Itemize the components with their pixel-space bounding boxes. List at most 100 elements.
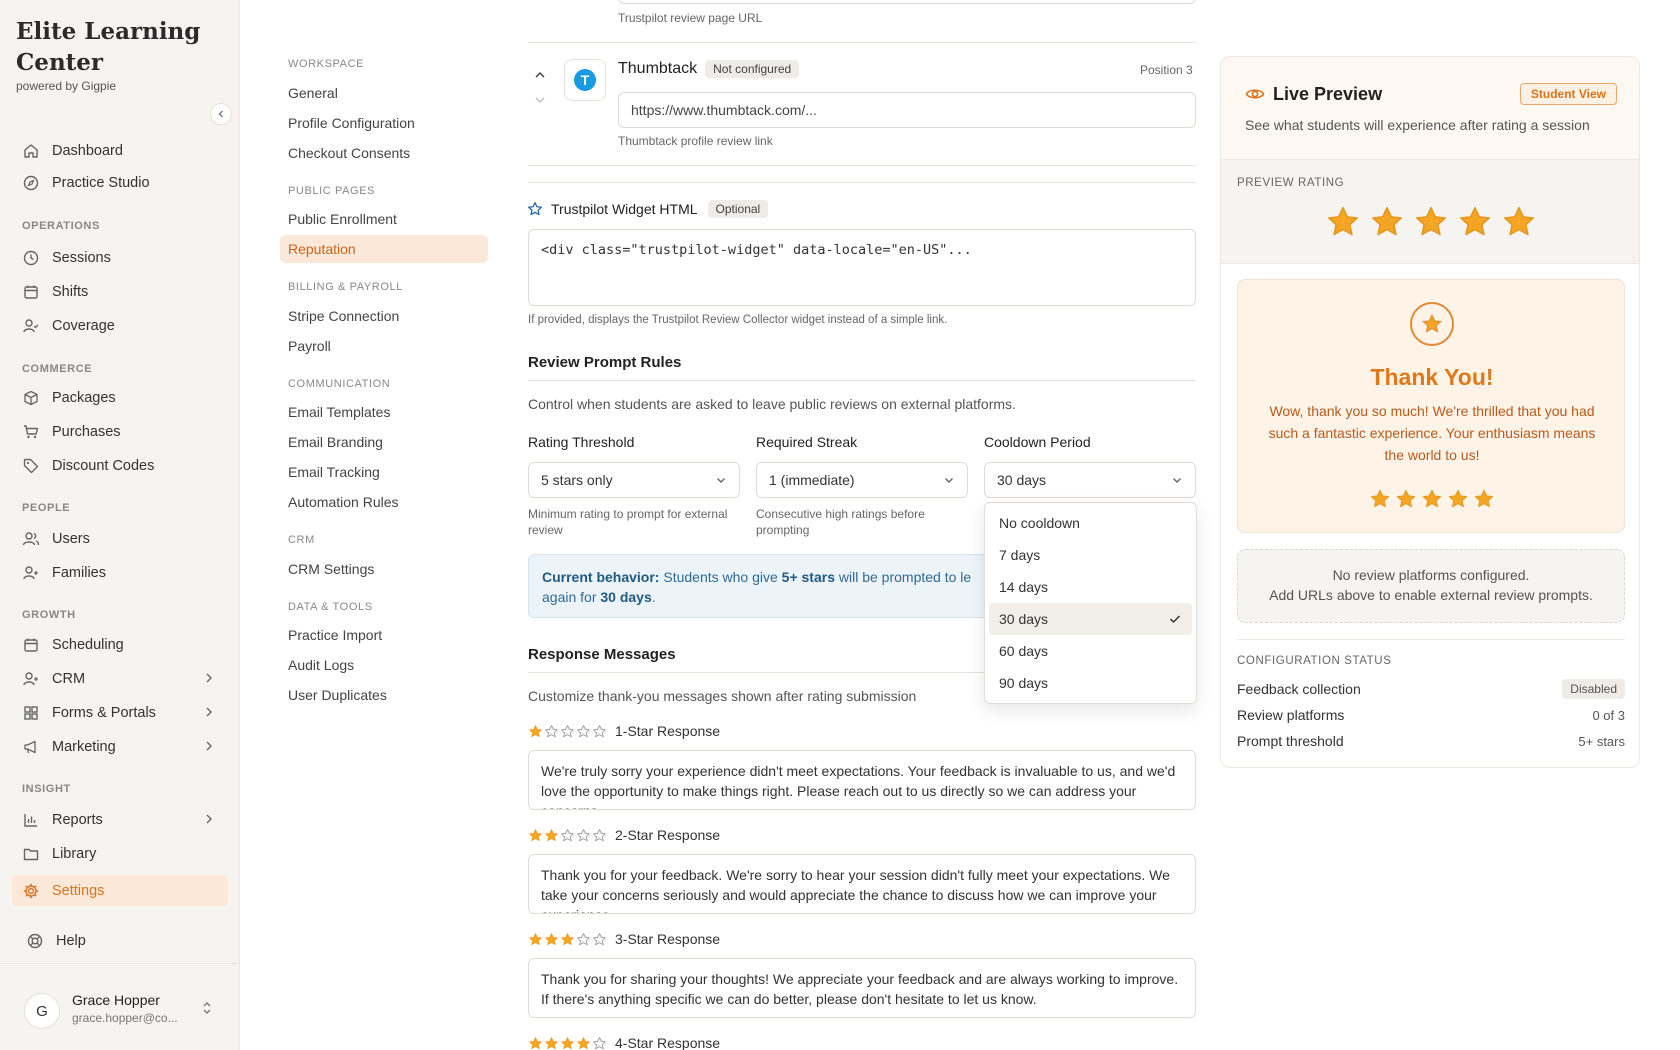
response-2-textarea[interactable]: Thank you for your feedback. We're sorry…: [528, 854, 1196, 914]
sidebar-item-label: Dashboard: [52, 142, 123, 159]
settings-item-checkout-consents[interactable]: Checkout Consents: [280, 139, 488, 167]
option-label: 30 days: [999, 611, 1049, 627]
star-empty-icon: [577, 724, 590, 737]
preview-rating-stars[interactable]: [1221, 204, 1639, 240]
settings-item-stripe-connection[interactable]: Stripe Connection: [280, 302, 488, 330]
thumbtack-url-input[interactable]: https://www.thumbtack.com/...: [618, 92, 1196, 128]
star-empty-icon: [593, 828, 606, 841]
config-row-feedback: Feedback collection Disabled: [1237, 677, 1625, 701]
sidebar-item-help[interactable]: Help: [16, 925, 232, 956]
response-3-textarea[interactable]: Thank you for sharing your thoughts! We …: [528, 958, 1196, 1018]
settings-item-public-enrollment[interactable]: Public Enrollment: [280, 205, 488, 233]
settings-item-profile-configuration[interactable]: Profile Configuration: [280, 109, 488, 137]
bar-chart-icon: [22, 811, 40, 829]
brand-subtitle: powered by Gigpie: [16, 79, 117, 93]
settings-item-general[interactable]: General: [280, 79, 488, 107]
move-down-icon[interactable]: [533, 93, 547, 107]
settings-item-email-templates[interactable]: Email Templates: [280, 398, 488, 426]
star-empty-icon: [577, 828, 590, 841]
sidebar-item-discount-codes[interactable]: Discount Codes: [12, 450, 228, 481]
sidebar-item-users[interactable]: Users: [12, 523, 228, 554]
sidebar-item-library[interactable]: Library: [12, 838, 228, 869]
dropdown-option[interactable]: 90 days: [989, 667, 1192, 699]
cooldown-period-select[interactable]: 30 days: [984, 462, 1196, 498]
sidebar-item-marketing[interactable]: Marketing: [12, 731, 228, 762]
settings-item-automation-rules[interactable]: Automation Rules: [280, 488, 488, 516]
settings-section-communication: COMMUNICATION: [288, 378, 391, 390]
sidebar-item-reports[interactable]: Reports: [12, 804, 228, 835]
settings-item-practice-import[interactable]: Practice Import: [280, 621, 488, 649]
collapse-sidebar-button[interactable]: [210, 103, 232, 125]
settings-item-reputation[interactable]: Reputation: [280, 235, 488, 263]
rating-stars: [528, 932, 607, 947]
life-buoy-icon: [26, 932, 44, 950]
rating-stars: [528, 724, 607, 739]
dropdown-option-selected[interactable]: 30 days: [989, 603, 1192, 635]
response-1-textarea[interactable]: We're truly sorry your experience didn't…: [528, 750, 1196, 810]
star-filled-icon: [561, 1036, 574, 1049]
sidebar-item-forms-portals[interactable]: Forms & Portals: [12, 697, 228, 728]
sidebar-item-shifts[interactable]: Shifts: [12, 276, 228, 307]
config-label: Prompt threshold: [1237, 733, 1344, 749]
widget-html-textarea[interactable]: <div class="trustpilot-widget" data-loca…: [528, 229, 1196, 306]
chevrons-up-down-icon[interactable]: [200, 1000, 214, 1016]
sidebar-item-packages[interactable]: Packages: [12, 382, 228, 413]
sidebar-item-label: Library: [52, 845, 97, 862]
settings-item-email-tracking[interactable]: Email Tracking: [280, 458, 488, 486]
settings-item-crm-settings[interactable]: CRM Settings: [280, 555, 488, 583]
sidebar-item-label: Settings: [52, 882, 105, 899]
settings-item-user-duplicates[interactable]: User Duplicates: [280, 681, 488, 709]
sidebar-item-dashboard[interactable]: Dashboard: [12, 135, 228, 166]
sidebar-item-crm[interactable]: CRM: [12, 663, 228, 694]
sidebar-item-families[interactable]: Families: [12, 557, 228, 588]
sidebar-item-practice-studio[interactable]: Practice Studio: [12, 167, 228, 198]
move-up-icon[interactable]: [533, 68, 547, 82]
divider: [528, 42, 1196, 43]
thank-you-message: Wow, thank you so much! We're thrilled t…: [1268, 403, 1596, 463]
sidebar-item-scheduling[interactable]: Scheduling: [12, 629, 228, 660]
required-streak-select[interactable]: 1 (immediate): [756, 462, 968, 498]
dropdown-option[interactable]: 7 days: [989, 539, 1192, 571]
info-text: Students who give: [659, 569, 782, 585]
status-badge: Not configured: [705, 60, 800, 78]
settings-item-audit-logs[interactable]: Audit Logs: [280, 651, 488, 679]
preview-title: Live Preview: [1273, 84, 1383, 104]
tag-icon: [22, 457, 40, 475]
sidebar-item-label: CRM: [52, 670, 86, 687]
dropdown-option[interactable]: No cooldown: [989, 507, 1192, 539]
sidebar-item-sessions[interactable]: Sessions: [12, 242, 228, 273]
sidebar-item-label: Scheduling: [52, 636, 124, 653]
sidebar-item-label: Marketing: [52, 738, 116, 755]
info-days: 30 days: [600, 589, 652, 605]
star-empty-icon: [561, 828, 574, 841]
thumbtack-logo: T: [564, 59, 606, 101]
sidebar-item-settings[interactable]: Settings: [12, 875, 228, 906]
cooldown-label: Cooldown Period: [984, 434, 1091, 450]
eye-icon: [1245, 89, 1265, 99]
divider: [528, 182, 1196, 183]
settings-item-email-branding[interactable]: Email Branding: [280, 428, 488, 456]
sidebar-item-label: Coverage: [52, 317, 115, 334]
sidebar-item-coverage[interactable]: Coverage: [12, 310, 228, 341]
user-plus-icon: [22, 564, 40, 582]
star-filled-icon: [529, 724, 542, 737]
nav-section-growth: GROWTH: [22, 609, 76, 621]
sidebar-item-label: Reports: [52, 811, 103, 828]
response-2-header: 2-Star Response: [528, 827, 720, 843]
trustpilot-url-input[interactable]: [618, 0, 1196, 4]
chevron-down-icon: [1173, 478, 1181, 483]
settings-item-payroll[interactable]: Payroll: [280, 332, 488, 360]
user-plus-icon: [22, 670, 40, 688]
dropdown-option[interactable]: 14 days: [989, 571, 1192, 603]
user-name: Grace Hopper: [72, 992, 160, 1008]
sidebar-item-purchases[interactable]: Purchases: [12, 416, 228, 447]
dropdown-option[interactable]: 60 days: [989, 635, 1192, 667]
sidebar-item-label: Practice Studio: [52, 174, 150, 191]
response-label: 1-Star Response: [615, 723, 721, 739]
star-filled-icon: [545, 932, 558, 945]
response-1-header: 1-Star Response: [528, 723, 720, 739]
users-icon: [22, 530, 40, 548]
sidebar-item-label: Forms & Portals: [52, 704, 156, 721]
sidebar-item-label: Discount Codes: [52, 457, 155, 474]
rating-threshold-select[interactable]: 5 stars only: [528, 462, 740, 498]
